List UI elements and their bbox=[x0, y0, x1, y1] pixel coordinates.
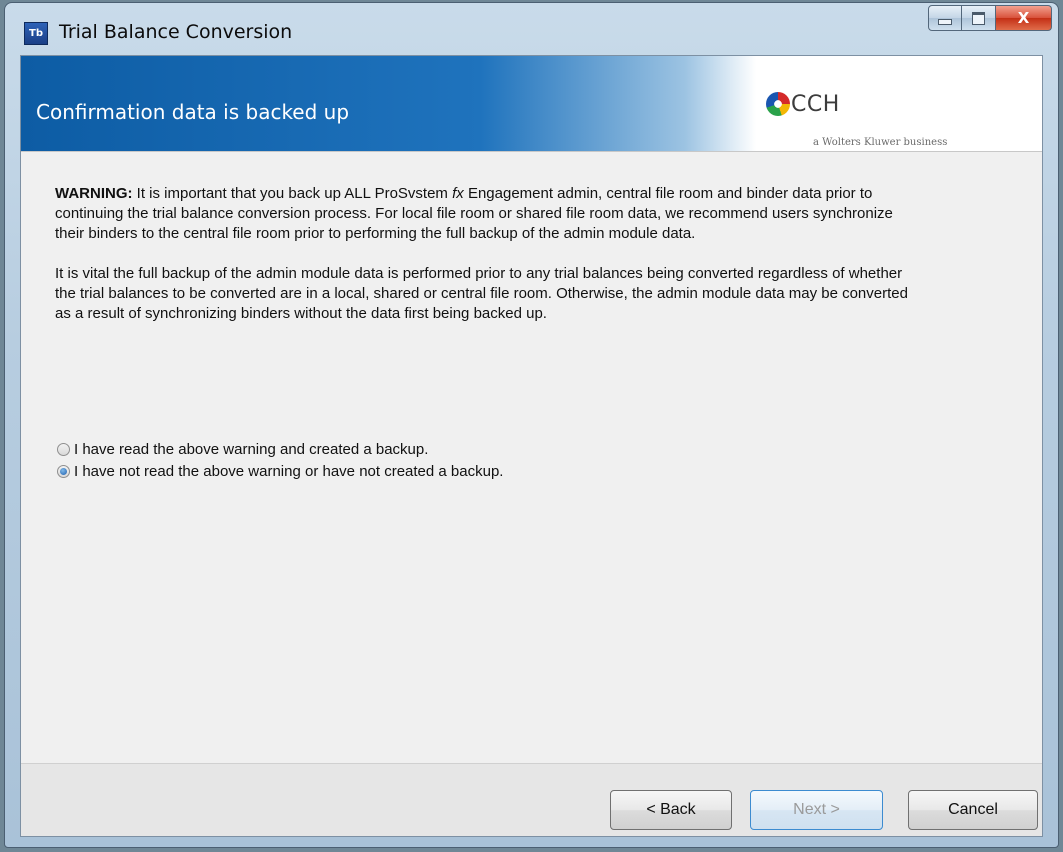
window-title: Trial Balance Conversion bbox=[59, 21, 293, 43]
radio-not-read-or-not-backed-up[interactable] bbox=[57, 464, 70, 478]
wizard-footer: < Back Next > Cancel bbox=[21, 763, 1042, 836]
option-read-and-backed-up[interactable]: I have read the above warning and create… bbox=[57, 438, 503, 460]
close-icon: X bbox=[1017, 9, 1030, 27]
back-button[interactable]: < Back bbox=[610, 790, 732, 830]
next-button[interactable]: Next > bbox=[750, 790, 883, 830]
window-controls: X bbox=[928, 5, 1052, 31]
title-bar[interactable]: Tb Trial Balance Conversion X bbox=[5, 3, 1058, 55]
dialog-window: Tb Trial Balance Conversion X Confirmati… bbox=[4, 2, 1059, 848]
cch-logo-tagline: a Wolters Kluwer business bbox=[813, 137, 948, 148]
close-button[interactable]: X bbox=[996, 5, 1052, 31]
cch-logo-icon bbox=[766, 92, 790, 116]
page-title: Confirmation data is backed up bbox=[36, 100, 350, 124]
minimize-button[interactable] bbox=[928, 5, 962, 31]
option-not-read-or-not-backed-up[interactable]: I have not read the above warning or hav… bbox=[57, 460, 503, 482]
app-icon-label: Tb bbox=[29, 28, 43, 39]
minimize-icon bbox=[938, 19, 952, 25]
app-icon: Tb bbox=[24, 22, 48, 45]
maximize-icon bbox=[972, 11, 985, 25]
warning-text-pre: It is important that you back up ALL Pro… bbox=[132, 185, 453, 202]
warning-label: WARNING: bbox=[55, 185, 133, 202]
radio-read-and-backed-up[interactable] bbox=[57, 442, 70, 456]
dialog-client-area: Confirmation data is backed up CCH a Wol… bbox=[20, 55, 1043, 837]
vital-paragraph: It is vital the full backup of the admin… bbox=[55, 265, 908, 322]
warning-paragraph: WARNING: It is important that you back u… bbox=[55, 184, 915, 244]
radio-selected-dot bbox=[60, 467, 67, 475]
cancel-button[interactable]: Cancel bbox=[908, 790, 1038, 830]
backup-confirmation-options: I have read the above warning and create… bbox=[57, 438, 503, 482]
option-label-read-and-backed-up: I have read the above warning and create… bbox=[74, 440, 429, 458]
cch-logo-text: CCH bbox=[791, 92, 840, 117]
option-label-not-read-or-not-backed-up: I have not read the above warning or hav… bbox=[74, 462, 504, 480]
maximize-button[interactable] bbox=[962, 5, 996, 31]
warning-content: WARNING: It is important that you back u… bbox=[55, 184, 915, 324]
warning-text-fx: fx bbox=[452, 185, 464, 202]
wizard-header: Confirmation data is backed up CCH a Wol… bbox=[21, 56, 1042, 152]
